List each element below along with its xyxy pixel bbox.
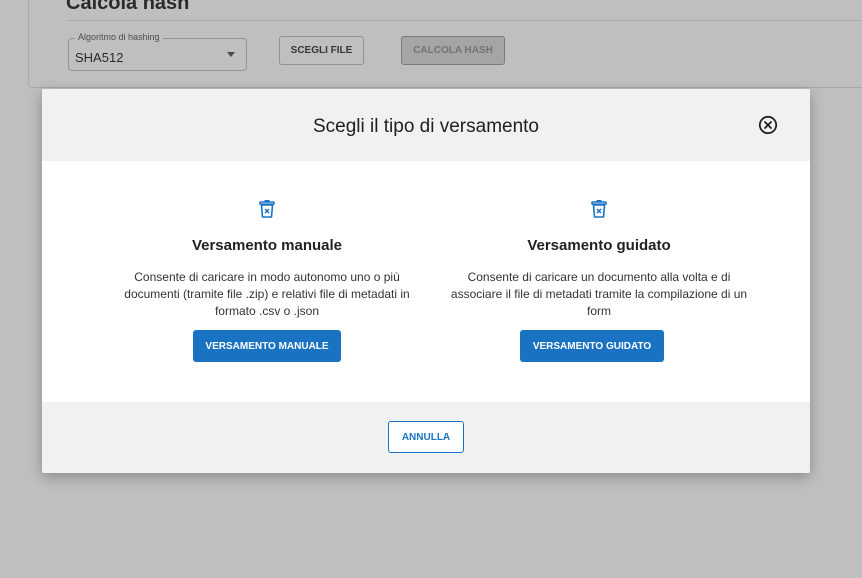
cancel-button[interactable]: ANNULLA	[388, 421, 464, 453]
dialog-footer: ANNULLA	[42, 402, 810, 473]
option-title: Versamento manuale	[191, 237, 343, 254]
guided-deposit-button[interactable]: VERSAMENTO GUIDATO	[520, 330, 664, 362]
dialog-body: Versamento manuale Consente di caricare …	[42, 161, 810, 402]
option-title: Versamento guidato	[527, 237, 671, 254]
deposit-type-dialog: Scegli il tipo di versamento Versamento …	[42, 89, 810, 473]
trash-bin-icon	[590, 199, 608, 219]
manual-deposit-button[interactable]: VERSAMENTO MANUALE	[193, 330, 341, 362]
option-description: Consente di caricare in modo autonomo un…	[124, 270, 410, 318]
close-icon[interactable]	[758, 115, 778, 135]
option-description: Consente di caricare un documento alla v…	[450, 270, 748, 318]
trash-bin-icon	[258, 199, 276, 219]
dialog-title: Scegli il tipo di versamento	[313, 116, 539, 137]
dialog-header: Scegli il tipo di versamento	[42, 89, 810, 161]
